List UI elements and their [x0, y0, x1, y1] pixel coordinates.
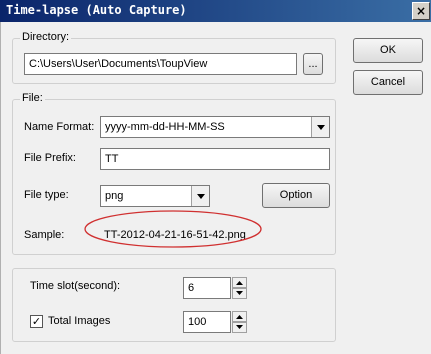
dropdown-button[interactable]	[311, 117, 329, 137]
total-images-label: Total Images	[48, 315, 111, 327]
dropdown-button[interactable]	[191, 186, 209, 206]
browse-button[interactable]: ...	[303, 53, 323, 75]
sample-label: Sample:	[24, 229, 65, 241]
triangle-up-icon	[236, 315, 243, 319]
option-button[interactable]: Option	[262, 183, 330, 208]
total-images-spin-up[interactable]	[232, 311, 247, 322]
time-slot-label: Time slot(second):	[30, 280, 121, 292]
directory-input[interactable]: C:\Users\User\Documents\ToupView	[24, 53, 297, 75]
triangle-down-icon	[317, 125, 325, 130]
check-icon: ✓	[31, 315, 42, 328]
name-format-value: yyyy-mm-dd-HH-MM-SS	[105, 121, 225, 133]
file-type-select[interactable]: png	[100, 185, 210, 207]
name-format-select[interactable]: yyyy-mm-dd-HH-MM-SS	[100, 116, 330, 138]
total-images-checkbox[interactable]: ✓	[30, 315, 43, 328]
triangle-down-icon	[197, 194, 205, 199]
ok-button[interactable]: OK	[353, 38, 423, 63]
directory-group-label: Directory:	[20, 31, 72, 43]
triangle-down-icon	[236, 291, 243, 295]
file-prefix-label: File Prefix:	[24, 152, 76, 164]
time-slot-spin-up[interactable]	[232, 277, 247, 288]
name-format-label: Name Format:	[24, 121, 95, 133]
file-type-label: File type:	[24, 189, 69, 201]
sample-value: TT-2012-04-21-16-51-42.png	[104, 229, 246, 241]
cancel-button[interactable]: Cancel	[353, 70, 423, 95]
file-type-value: png	[105, 190, 124, 202]
time-slot-spin-down[interactable]	[232, 288, 247, 299]
triangle-up-icon	[236, 281, 243, 285]
file-prefix-input[interactable]: TT	[100, 148, 330, 170]
close-icon[interactable]: ×	[412, 2, 430, 20]
window-title: Time-lapse (Auto Capture)	[6, 3, 187, 17]
time-slot-input[interactable]: 6	[183, 277, 231, 299]
file-group-label: File:	[20, 92, 45, 104]
total-images-spin-down[interactable]	[232, 322, 247, 333]
triangle-down-icon	[236, 325, 243, 329]
total-images-input[interactable]: 100	[183, 311, 231, 333]
title-bar: Time-lapse (Auto Capture) ×	[0, 0, 431, 22]
